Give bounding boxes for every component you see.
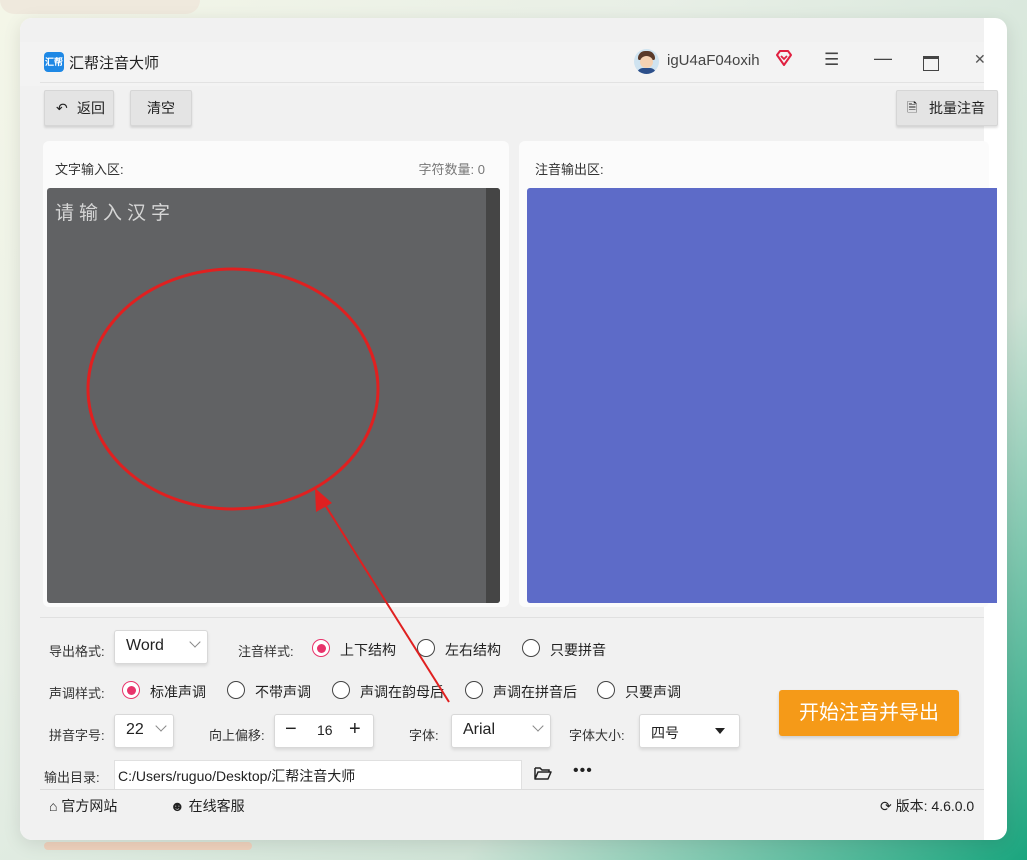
caret-down-icon [715,728,725,734]
font-size-label: 字体大小: [569,728,625,743]
chinese-text-input[interactable] [47,188,477,603]
title-bar[interactable]: 汇帮 汇帮注音大师 igU4aF04oxih ☰ — ✕ [20,42,986,86]
radio-label: 声调在拼音后 [493,684,577,700]
increment-button[interactable]: + [349,718,361,741]
radio-circle [522,639,540,657]
text-input-panel: 文字输入区: 字符数量: 0 [43,141,509,607]
service-label: 在线客服 [188,798,245,814]
radio-label: 不带声调 [255,684,311,700]
maximize-icon[interactable] [923,56,939,71]
char-count: 字符数量: 0 [419,159,485,178]
font-size-select[interactable]: 四号 [639,714,740,748]
pinyin-output-panel: 注音输出区: [519,141,997,607]
chevron-down-icon [532,720,544,732]
version-info: ⟳ 版本: 4.6.0.0 [880,796,974,816]
output-dir-field[interactable]: C:/Users/ruguo/Desktop/汇帮注音大师 [114,760,522,790]
folder-open-icon[interactable] [534,766,552,780]
output-dir-label: 输出目录: [44,770,100,785]
background-decoration [0,0,200,14]
decrement-button[interactable]: − [285,718,297,741]
minimize-icon[interactable]: — [874,48,892,69]
pinyin-size-value: 22 [126,721,144,738]
offset-stepper[interactable]: − 16 + [274,714,374,748]
radio-circle [227,681,245,699]
radio-circle [312,639,330,657]
version-value: 4.6.0.0 [931,798,975,814]
tone-style-label: 声调样式: [49,686,105,701]
radio-label: 上下结构 [340,642,396,658]
chevron-down-icon [155,720,167,732]
background-decoration [44,842,252,850]
support-agent-icon: ☻ [170,798,185,814]
username[interactable]: igU4aF04oxih [667,52,760,69]
divider [40,789,984,790]
input-scrollbar[interactable] [486,188,500,603]
font-value: Arial [463,721,496,738]
char-count-label: 字符数量: [418,162,475,177]
back-button[interactable]: ↶ 返回 [44,90,114,126]
font-label: 字体: [409,728,439,743]
start-export-button[interactable]: 开始注音并导出 [779,690,959,736]
divider [40,82,984,83]
official-website-link[interactable]: ⌂ 官方网站 [49,796,117,816]
close-icon[interactable]: ✕ [974,51,986,68]
batch-annotate-button[interactable]: 🗎 批量注音 [896,90,998,126]
pinyin-size-select[interactable]: 22 [114,714,174,748]
radio-circle [122,681,140,699]
pinyin-output-area[interactable] [527,188,997,603]
online-service-link[interactable]: ☻ 在线客服 [170,796,245,816]
avatar[interactable] [634,49,659,74]
export-format-label: 导出格式: [49,644,105,659]
menu-icon[interactable]: ☰ [824,50,839,70]
app-content: 汇帮 汇帮注音大师 igU4aF04oxih ☰ — ✕ ↶ 返回 清空 🗎 批… [20,18,998,840]
char-count-value: 0 [477,162,485,177]
radio-circle [332,681,350,699]
offset-value: 16 [317,722,333,738]
app-title: 汇帮注音大师 [69,55,160,72]
back-button-label: 返回 [77,100,105,116]
font-size-value: 四号 [651,725,679,741]
more-options-icon[interactable]: ••• [573,762,593,780]
input-area [47,188,500,603]
batch-button-label: 批量注音 [929,100,985,116]
clear-button[interactable]: 清空 [130,90,192,126]
radio-label: 只要拼音 [550,642,606,658]
website-label: 官方网站 [61,798,118,814]
vip-diamond-icon[interactable] [775,49,793,67]
radio-circle [465,681,483,699]
version-label: 版本: [895,798,928,814]
annotation-style-label: 注音样式: [238,644,294,659]
export-format-value: Word [126,637,164,654]
radio-label: 只要声调 [625,684,681,700]
output-panel-label: 注音输出区: [535,162,604,177]
radio-label: 标准声调 [150,684,206,700]
app-window: 汇帮 汇帮注音大师 igU4aF04oxih ☰ — ✕ ↶ 返回 清空 🗎 批… [20,18,1007,840]
radio-circle [597,681,615,699]
radio-label: 左右结构 [445,642,501,658]
pinyin-size-label: 拼音字号: [49,728,105,743]
offset-label: 向上偏移: [209,728,265,743]
chevron-down-icon [189,636,201,648]
document-icon: 🗎 [907,100,918,115]
font-select[interactable]: Arial [451,714,551,748]
radio-circle [417,639,435,657]
refresh-icon[interactable]: ⟳ [880,798,892,814]
export-format-select[interactable]: Word [114,630,208,664]
home-icon: ⌂ [49,798,58,814]
app-logo-icon: 汇帮 [44,52,64,72]
back-arrow-icon: ↶ [56,100,68,116]
radio-label: 声调在韵母后 [360,684,444,700]
divider [40,617,984,618]
input-panel-label: 文字输入区: [55,162,124,177]
